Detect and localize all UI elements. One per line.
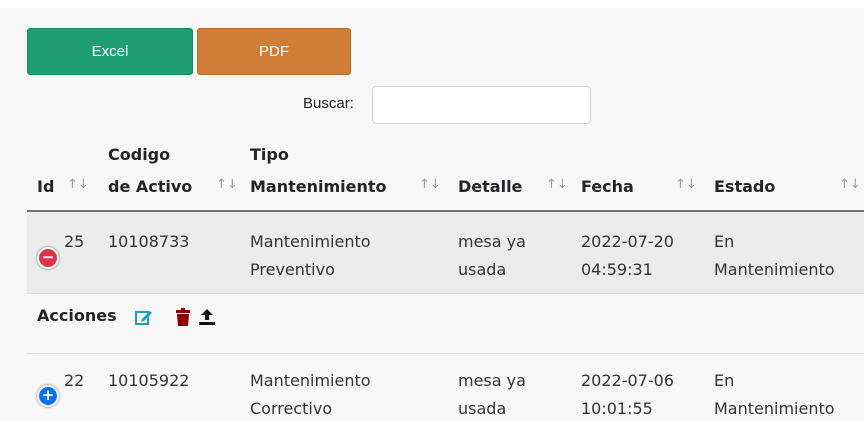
upload-icon[interactable] (198, 308, 216, 326)
cell-tipo-line1: Mantenimiento (250, 371, 371, 390)
sort-icon: ↑↓ (675, 177, 697, 192)
cell-tipo-line2: Preventivo (250, 260, 335, 279)
cell-detalle-line1: mesa ya (458, 232, 526, 251)
edit-icon[interactable] (135, 308, 153, 326)
cell-fecha-line1: 2022-07-06 (581, 371, 674, 390)
cell-detalle-line1: mesa ya (458, 371, 526, 390)
page: Excel PDF Buscar: Id ↑↓ Codigo de Activo… (0, 0, 864, 421)
header-estado[interactable]: Estado (714, 176, 775, 198)
header-codigo-line1: Codigo (108, 145, 171, 164)
cell-detalle-line2: usada (458, 399, 507, 418)
pdf-button[interactable]: PDF (197, 28, 351, 75)
header-tipo[interactable]: Mantenimiento (250, 176, 387, 198)
cell-estado-line2: Mantenimiento (714, 260, 835, 279)
cell-codigo: 10108733 (108, 232, 190, 251)
sort-icon: ↑↓ (419, 177, 441, 192)
header-id[interactable]: Id (37, 176, 54, 198)
top-strip (0, 0, 864, 8)
cell-fecha-line1: 2022-07-20 (581, 232, 674, 251)
expand-row-icon[interactable]: + (37, 385, 59, 407)
trash-icon[interactable] (174, 308, 192, 326)
cell-estado-line2: Mantenimiento (714, 399, 835, 418)
cell-id: 25 (64, 232, 85, 251)
cell-tipo-line2: Correctivo (250, 399, 333, 418)
cell-id: 22 (64, 371, 85, 390)
sort-icon: ↑↓ (546, 177, 568, 192)
cell-codigo: 10105922 (108, 371, 190, 390)
cell-estado-line1: En (714, 371, 735, 390)
header-fecha[interactable]: Fecha (581, 176, 634, 198)
sort-icon: ↑↓ (216, 177, 238, 192)
excel-button[interactable]: Excel (27, 28, 193, 75)
acciones-label: Acciones (37, 306, 117, 325)
sort-icon: ↑↓ (839, 177, 861, 192)
cell-tipo-line1: Mantenimiento (250, 232, 371, 251)
cell-fecha-line2: 10:01:55 (581, 399, 653, 418)
search-label: Buscar: (303, 95, 354, 112)
collapse-row-icon[interactable]: − (37, 247, 59, 269)
header-tipo-line1: Tipo (250, 145, 289, 164)
sort-icon: ↑↓ (67, 177, 89, 192)
search-input[interactable] (372, 86, 591, 124)
header-detalle[interactable]: Detalle (458, 176, 522, 198)
cell-detalle-line2: usada (458, 260, 507, 279)
cell-fecha-line2: 04:59:31 (581, 260, 653, 279)
cell-estado-line1: En (714, 232, 735, 251)
header-codigo[interactable]: de Activo (108, 176, 192, 198)
